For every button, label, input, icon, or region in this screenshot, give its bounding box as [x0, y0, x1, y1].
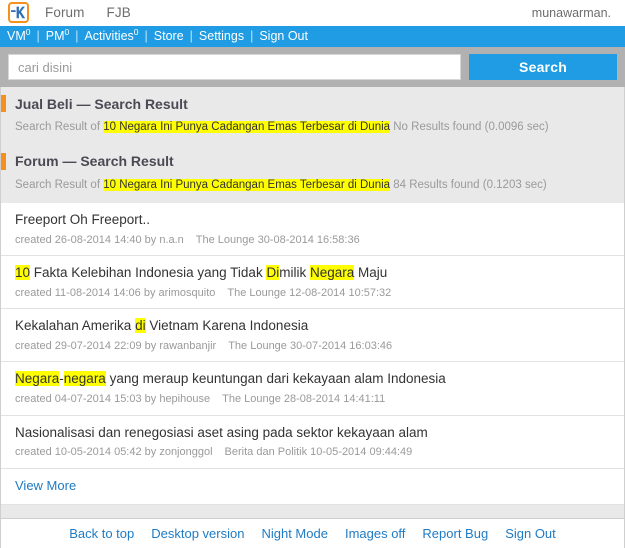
nav-item-activities-badge: 0: [133, 27, 139, 38]
nav-item-vm[interactable]: VM0: [7, 27, 31, 44]
result-title-highlight: Negara: [309, 265, 355, 281]
section-title-forum: Forum — Search Result: [1, 145, 624, 175]
search-result-row[interactable]: Kekalahan Amerika di Vietnam Karena Indo…: [1, 309, 624, 363]
result-summary-prefix: Search Result of: [15, 178, 104, 191]
nav-separator: |: [75, 29, 79, 44]
nav-separator: |: [36, 29, 40, 44]
search-result-row[interactable]: 10 Fakta Kelebihan Indonesia yang Tidak …: [1, 256, 624, 310]
search-result-row[interactable]: Freeport Oh Freeport.. created 26-08-2014…: [1, 202, 624, 257]
result-summary-suffix: No Results found (0.0096 sec): [390, 121, 549, 133]
search-result-row[interactable]: Negara-negara yang meraup keuntungan dar…: [1, 362, 624, 416]
search-result-row[interactable]: Nasionalisasi dan renegosiasi aset asing…: [1, 415, 624, 469]
result-title-highlight: di: [135, 318, 146, 334]
result-title-text: Freeport Oh Freeport..: [15, 211, 151, 227]
result-meta: created 11-08-2014 14:06 by arimosquito T…: [15, 286, 624, 300]
footer-links: Back to top Desktop version Night Mode Imag…: [0, 517, 625, 548]
result-title[interactable]: Nasionalisasi dan renegosiasi aset asing…: [15, 425, 624, 442]
result-created: created 29-07-2014 22:09 by rawanbanjir: [15, 340, 217, 353]
forum-result-summary: Search Result of 10 Negara Ini Punya Cad…: [1, 175, 624, 202]
result-meta: created 10-05-2014 05:42 by zonjonggol Be…: [15, 445, 624, 459]
bottom-spacer: [0, 504, 625, 518]
footer-link-night-mode[interactable]: Night Mode: [261, 526, 327, 541]
result-created: created 10-05-2014 05:42 by zonjonggol: [15, 446, 213, 459]
footer-link-desktop-version[interactable]: Desktop version: [151, 526, 244, 541]
jual-beli-section: Jual Beli — Search Result Search Result …: [0, 87, 625, 145]
footer-link-report-bug[interactable]: Report Bug: [422, 526, 488, 541]
section-title-label: Jual Beli — Search Result: [15, 95, 188, 112]
result-title-text: Kekalahan Amerika: [15, 318, 136, 334]
result-created: created 26-08-2014 14:40 by n.a.n: [15, 233, 184, 246]
top-nav-item-fjb[interactable]: FJB: [107, 5, 131, 20]
result-forum: Berita dan Politik 10-05-2014 09:44:49: [224, 446, 413, 459]
nav-separator: |: [250, 29, 254, 44]
result-title[interactable]: Freeport Oh Freeport..: [15, 212, 624, 229]
accent-bar-icon: [1, 152, 6, 170]
search-bar: Search: [0, 47, 625, 87]
search-button[interactable]: Search: [469, 54, 617, 80]
nav-item-vm-badge: 0: [25, 27, 31, 38]
nav-item-pm-badge: 0: [64, 27, 70, 38]
result-created: created 04-07-2014 15:03 by hepihouse: [15, 393, 211, 406]
forum-section: Forum — Search Result Search Result of 1…: [0, 144, 625, 505]
page-root: Forum FJB munawarman. VM0 | PM0 | Activi…: [0, 0, 625, 548]
result-title-text: Fakta Kelebihan Indonesia yang Tidak: [30, 265, 267, 281]
search-result-list: Freeport Oh Freeport.. created 26-08-2014…: [1, 202, 624, 469]
nav-item-activities[interactable]: Activities0: [84, 27, 139, 44]
result-forum: The Lounge 12-08-2014 10:57:32: [227, 286, 392, 299]
result-title-highlight: Di: [266, 265, 280, 281]
result-title-text: milik: [279, 265, 310, 281]
top-nav: Forum FJB: [45, 5, 131, 20]
nav-item-store[interactable]: Store: [154, 30, 184, 43]
result-title[interactable]: 10 Fakta Kelebihan Indonesia yang Tidak …: [15, 265, 624, 282]
result-forum: The Lounge 30-08-2014 16:58:36: [195, 233, 360, 246]
username-label[interactable]: munawarman.: [532, 6, 615, 20]
blue-nav-bar: VM0 | PM0 | Activities0 | Store | Settin…: [0, 26, 625, 47]
top-bar: Forum FJB munawarman.: [0, 0, 625, 26]
result-title[interactable]: Negara-negara yang meraup keuntungan dar…: [15, 371, 624, 388]
view-more-row: View More: [1, 468, 624, 505]
result-title-text: Nasionalisasi dan renegosiasi aset asing…: [15, 424, 428, 440]
jual-beli-result-summary: Search Result of 10 Negara Ini Punya Cad…: [1, 117, 624, 144]
result-title-text: Vietnam Karena Indonesia: [145, 318, 309, 334]
nav-separator: |: [189, 29, 193, 44]
jual-beli-header: Jual Beli — Search Result Search Result …: [1, 87, 624, 145]
nav-item-sign-out[interactable]: Sign Out: [259, 30, 308, 43]
result-created: created 11-08-2014 14:06 by arimosquito: [15, 286, 216, 299]
result-title-text: Maju: [354, 265, 388, 281]
forum-header: Forum — Search Result Search Result of 1…: [1, 144, 624, 203]
nav-separator: |: [144, 29, 148, 44]
nav-item-pm[interactable]: PM0: [45, 27, 70, 44]
footer-link-images-off[interactable]: Images off: [345, 526, 405, 541]
result-forum: The Lounge 28-08-2014 14:41:11: [222, 393, 386, 406]
footer-link-sign-out[interactable]: Sign Out: [505, 526, 556, 541]
accent-bar-icon: [1, 95, 6, 112]
result-title-highlight: Negara: [15, 371, 60, 387]
result-meta: created 26-08-2014 14:40 by n.a.n The Lou…: [15, 233, 624, 247]
search-input[interactable]: [8, 54, 461, 80]
nav-item-activities-label: Activities: [84, 29, 134, 44]
result-meta: created 29-07-2014 22:09 by rawanbanjir T…: [15, 339, 624, 353]
top-nav-item-forum[interactable]: Forum: [45, 5, 85, 20]
result-summary-query: 10 Negara Ini Punya Cadangan Emas Terbes…: [103, 178, 391, 191]
result-title[interactable]: Kekalahan Amerika di Vietnam Karena Indo…: [15, 318, 624, 335]
result-summary-suffix: 84 Results found (0.1203 sec): [390, 178, 547, 191]
result-summary-prefix: Search Result of: [15, 121, 104, 133]
kaskus-k-logo-icon[interactable]: [8, 2, 29, 23]
result-forum: The Lounge 30-07-2014 16:03:46: [228, 340, 393, 353]
footer-link-back-to-top[interactable]: Back to top: [69, 526, 134, 541]
section-title-label: Forum — Search Result: [15, 153, 174, 170]
nav-item-settings[interactable]: Settings: [199, 30, 244, 43]
section-title-jual-beli: Jual Beli — Search Result: [1, 87, 624, 117]
nav-item-vm-label: VM: [7, 29, 26, 44]
result-title-highlight: negara: [63, 371, 106, 387]
result-title-highlight: 10: [15, 265, 31, 281]
nav-item-pm-label: PM: [45, 29, 65, 44]
result-title-text: yang meraup keuntungan dari kekayaan ala…: [105, 371, 446, 387]
view-more-link[interactable]: View More: [15, 478, 76, 493]
result-meta: created 04-07-2014 15:03 by hepihouse The…: [15, 392, 624, 406]
result-summary-query: 10 Negara Ini Punya Cadangan Emas Terbes…: [103, 121, 391, 133]
